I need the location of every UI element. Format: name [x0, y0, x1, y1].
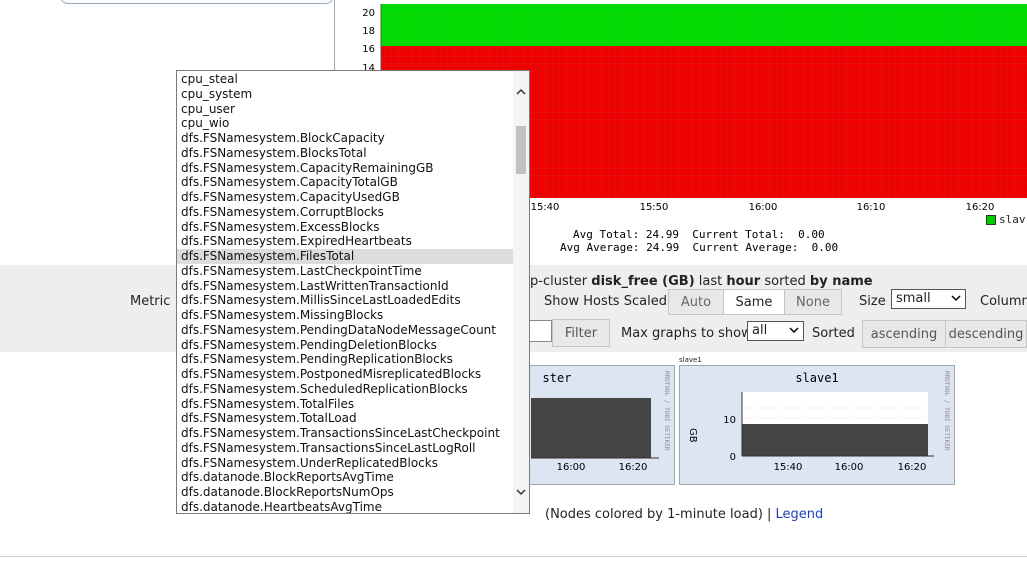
metric-option[interactable]: dfs.FSNamesystem.FilesTotal	[177, 249, 513, 264]
metric-name: disk_free (GB)	[591, 274, 695, 289]
scale-none-button[interactable]: None	[784, 289, 842, 315]
max-graphs-select[interactable]: all	[747, 321, 804, 341]
footnote-text: (Nodes colored by 1-minute load) |	[545, 507, 776, 522]
graph-heading: p-cluster disk_free (GB) last hour sorte…	[530, 274, 873, 289]
metric-option[interactable]: dfs.FSNamesystem.MillisSinceLastLoadedEd…	[177, 293, 513, 308]
cluster-thumbnail[interactable]: ster 16:00 16:20 RRDTOOL / TOBI OETIKER	[524, 365, 675, 485]
sorted-label: Sorted	[812, 326, 855, 341]
metric-option[interactable]: dfs.FSNamesystem.UnderReplicatedBlocks	[177, 456, 513, 471]
sort-mode: by name	[809, 274, 873, 289]
y-tick: 16	[362, 44, 375, 55]
metric-option[interactable]: dfs.FSNamesystem.LastWrittenTransactionI…	[177, 279, 513, 294]
x-tick: 16:00	[749, 202, 778, 213]
metric-option[interactable]: dfs.FSNamesystem.PendingReplicationBlock…	[177, 352, 513, 367]
metric-option[interactable]: dfs.FSNamesystem.TotalFiles	[177, 397, 513, 412]
host-thumbnail-slave1[interactable]: slave1 GB 10 0 15:40 16:00 16:20 RRDTOOL…	[679, 365, 955, 485]
bottom-divider	[0, 556, 1027, 557]
metric-option[interactable]: dfs.FSNamesystem.TotalLoad	[177, 411, 513, 426]
columns-label: Columns	[980, 294, 1027, 309]
metric-option[interactable]: dfs.FSNamesystem.CapacityTotalGB	[177, 175, 513, 190]
x-tick: 15:40	[774, 462, 803, 473]
time-range: hour	[726, 274, 761, 289]
metric-option[interactable]: dfs.datanode.HeartbeatsAvgTime	[177, 500, 513, 513]
heading-text: last	[694, 274, 727, 289]
stats-line-total: Avg Total: 24.99 Current Total: 0.00	[573, 228, 825, 241]
metric-option[interactable]: dfs.FSNamesystem.CorruptBlocks	[177, 205, 513, 220]
metric-option[interactable]: dfs.datanode.BlockReportsNumOps	[177, 485, 513, 500]
cluster-thumbnail-canvas: ster 16:00 16:20 RRDTOOL / TOBI OETIKER	[531, 371, 670, 473]
metric-option[interactable]: cpu_user	[177, 102, 513, 117]
x-tick: 16:00	[835, 462, 864, 473]
metric-option[interactable]: dfs.FSNamesystem.MissingBlocks	[177, 308, 513, 323]
scale-same-button[interactable]: Same	[723, 289, 785, 315]
metric-options: cpu_steal cpu_system cpu_user cpu_wio dfs.FS…	[177, 71, 513, 513]
thumbnail-area	[742, 424, 928, 456]
metric-option[interactable]: dfs.FSNamesystem.BlocksTotal	[177, 146, 513, 161]
legend-link[interactable]: Legend	[776, 507, 824, 522]
stats-line-average: Avg Average: 24.99 Current Average: 0.00	[560, 241, 839, 254]
size-select[interactable]: small	[891, 289, 966, 309]
metric-option[interactable]: cpu_wio	[177, 116, 513, 131]
metric-option[interactable]: dfs.FSNamesystem.PendingDataNodeMessageC…	[177, 323, 513, 338]
thumbnail-title: ster	[543, 371, 572, 385]
y-tick: 0	[730, 452, 736, 463]
cluster-name: p-cluster	[530, 274, 592, 289]
metric-option[interactable]: dfs.FSNamesystem.CapacityUsedGB	[177, 190, 513, 205]
size-value: small	[896, 291, 931, 306]
dropdown-scrollbar[interactable]	[513, 71, 529, 513]
y-axis-label: GB	[687, 428, 698, 443]
x-tick: 16:20	[966, 202, 995, 213]
legend-label: slav	[999, 213, 1026, 226]
x-tick: 16:20	[619, 462, 648, 473]
filter-button[interactable]: Filter	[552, 319, 610, 347]
top-tab	[60, 0, 334, 4]
chevron-down-icon	[951, 295, 961, 302]
show-hosts-label: Show Hosts Scaled:	[544, 294, 672, 309]
max-graphs-value: all	[752, 323, 768, 338]
metric-dropdown-list[interactable]: cpu_steal cpu_system cpu_user cpu_wio dfs.FS…	[176, 70, 530, 514]
metric-option[interactable]: dfs.FSNamesystem.TransactionsSinceLastCh…	[177, 426, 513, 441]
metric-option[interactable]: dfs.FSNamesystem.ExpiredHeartbeats	[177, 234, 513, 249]
chevron-up-icon[interactable]	[516, 87, 526, 97]
rrdtool-watermark: RRDTOOL / TOBI OETIKER	[663, 371, 670, 451]
metric-option[interactable]: dfs.FSNamesystem.PostponedMisreplicatedB…	[177, 367, 513, 382]
y-tick: 18	[362, 26, 375, 37]
thumbnail-title: slave1	[795, 371, 838, 385]
thumbnail-area	[531, 398, 651, 458]
metric-option[interactable]: dfs.FSNamesystem.LastCheckpointTime	[177, 264, 513, 279]
metric-option[interactable]: dfs.FSNamesystem.ExcessBlocks	[177, 220, 513, 235]
metric-label: Metric	[130, 294, 171, 309]
metric-option[interactable]: dfs.FSNamesystem.BlockCapacity	[177, 131, 513, 146]
max-graphs-label: Max graphs to show	[621, 326, 752, 341]
x-tick: 15:40	[531, 202, 560, 213]
legend-swatch	[986, 215, 996, 225]
scale-auto-button[interactable]: Auto	[668, 289, 724, 315]
y-tick: 10	[723, 415, 736, 426]
chevron-down-icon	[789, 327, 799, 334]
metric-option[interactable]: dfs.FSNamesystem.ScheduledReplicationBlo…	[177, 382, 513, 397]
sort-ascending-button[interactable]: ascending	[862, 320, 946, 348]
size-label: Size	[859, 294, 886, 309]
x-tick: 16:20	[898, 462, 927, 473]
footnote: (Nodes colored by 1-minute load) | Legen…	[545, 507, 823, 522]
metric-option[interactable]: cpu_steal	[177, 72, 513, 87]
metric-option[interactable]: dfs.datanode.BlockReportsAvgTime	[177, 470, 513, 485]
rrdtool-watermark: RRDTOOL / TOBI OETIKER	[943, 371, 950, 451]
metric-option[interactable]: cpu_system	[177, 87, 513, 102]
host-tag: slave1	[679, 356, 702, 364]
metric-option[interactable]: dfs.FSNamesystem.TransactionsSinceLastLo…	[177, 441, 513, 456]
x-tick: 15:50	[640, 202, 669, 213]
chevron-down-icon[interactable]	[516, 487, 526, 497]
metric-option[interactable]: dfs.FSNamesystem.CapacityRemainingGB	[177, 161, 513, 176]
host-thumbnail-canvas: slave1 GB 10 0 15:40 16:00 16:20 RRDTOOL…	[687, 371, 950, 473]
heading-text: sorted	[760, 274, 810, 289]
scrollbar-thumb[interactable]	[516, 126, 526, 174]
x-tick: 16:10	[857, 202, 886, 213]
sort-descending-button[interactable]: descending	[945, 320, 1027, 348]
metric-option[interactable]: dfs.FSNamesystem.PendingDeletionBlocks	[177, 338, 513, 353]
x-tick: 16:00	[557, 462, 586, 473]
y-tick: 20	[362, 8, 375, 19]
